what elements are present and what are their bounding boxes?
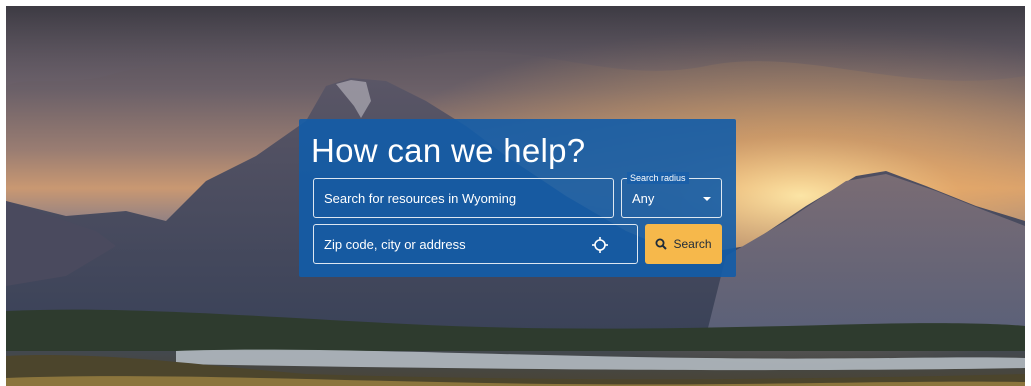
search-radius-value: Any	[632, 191, 655, 206]
location-input[interactable]	[313, 224, 638, 264]
search-icon	[655, 238, 668, 250]
search-radius-select[interactable]: Search radius Any	[621, 172, 722, 218]
crosshair-icon[interactable]	[592, 237, 608, 253]
search-button-label: Search	[673, 237, 712, 251]
search-panel: How can we help? Search radius Any	[299, 119, 736, 277]
hero-section: How can we help? Search radius Any	[6, 6, 1025, 386]
chevron-down-icon	[703, 197, 711, 201]
search-button[interactable]: Search	[645, 224, 722, 264]
resource-search-input[interactable]	[313, 178, 614, 218]
panel-title: How can we help?	[311, 132, 586, 169]
search-radius-label: Search radius	[627, 172, 689, 184]
